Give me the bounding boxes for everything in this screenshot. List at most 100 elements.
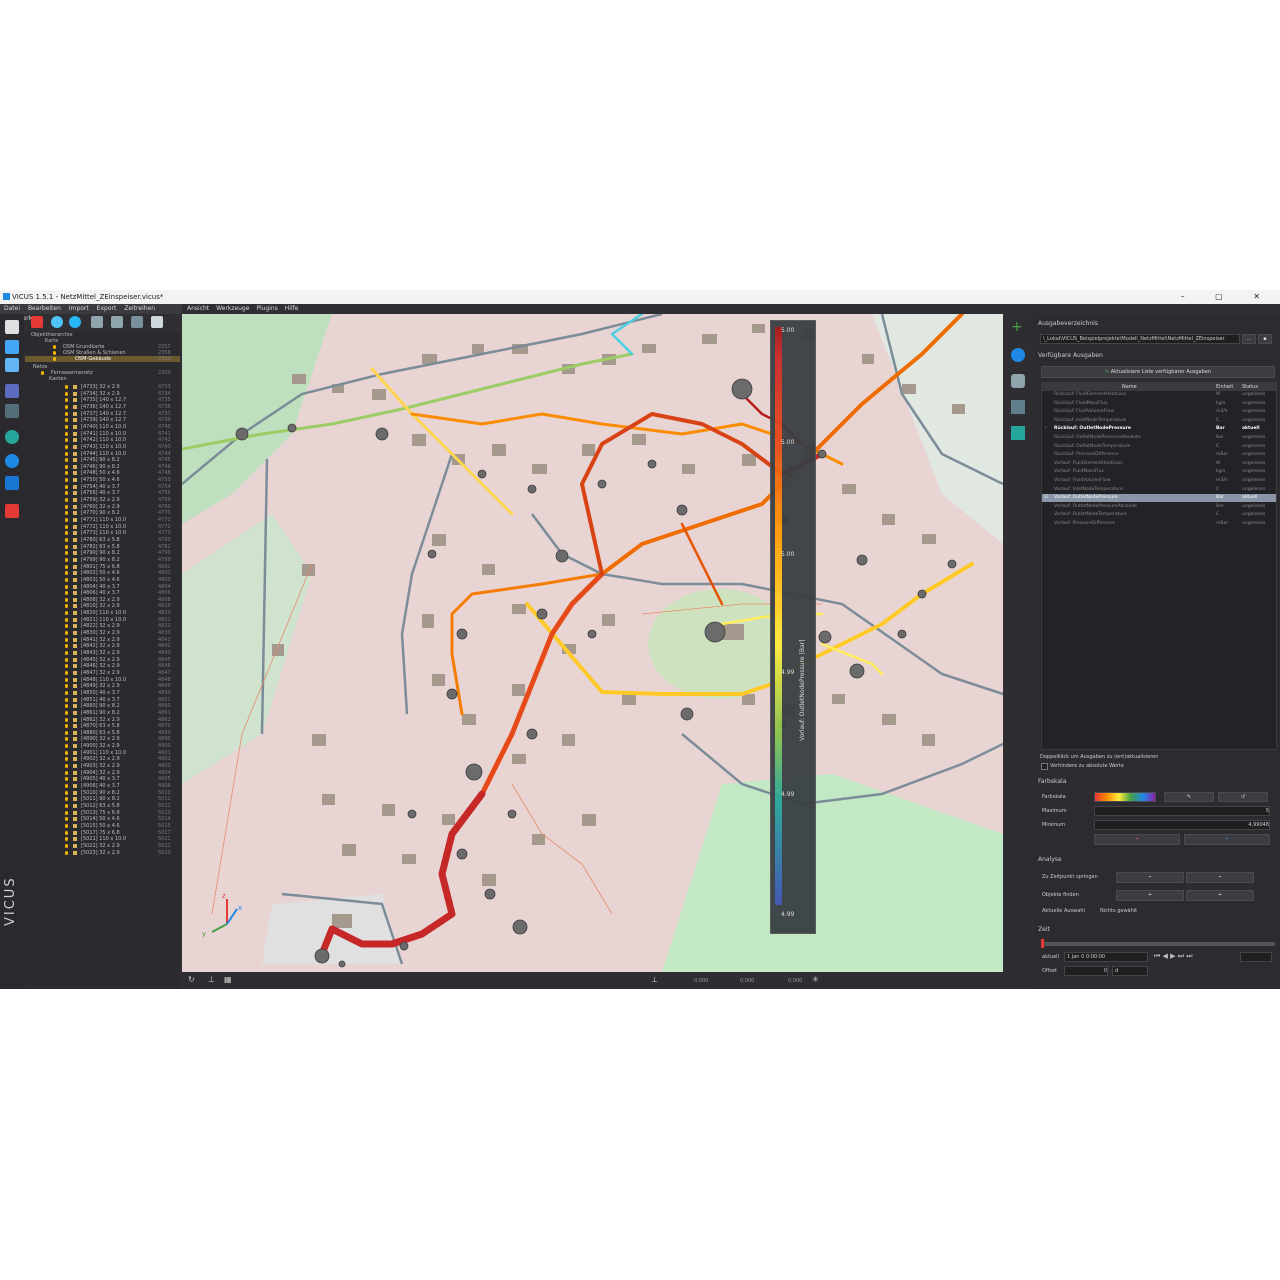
visibility-bulb-icon[interactable] bbox=[65, 524, 68, 529]
tree-edge-item[interactable]: [4760] 32 x 2.9 4760 bbox=[25, 504, 180, 510]
visibility-bulb-icon[interactable] bbox=[65, 637, 68, 642]
pointer-icon[interactable] bbox=[151, 316, 163, 328]
visibility-bulb-icon[interactable] bbox=[65, 491, 68, 496]
find-max-button[interactable]: ⌖ bbox=[1186, 890, 1254, 901]
visibility-bulb-icon[interactable] bbox=[65, 644, 68, 649]
tree-group[interactable]: Kanten bbox=[25, 376, 180, 382]
open-folder-icon[interactable] bbox=[5, 340, 19, 354]
tree-edge-item[interactable]: [4842] 32 x 2.9 4842 bbox=[25, 643, 180, 649]
visibility-bulb-icon[interactable] bbox=[65, 471, 68, 476]
visibility-bulb-icon[interactable] bbox=[65, 684, 68, 689]
speed-field[interactable] bbox=[1240, 952, 1272, 962]
undo-icon[interactable] bbox=[5, 384, 19, 398]
playback-controls[interactable]: ⏮ ◀ ▶ ⏭ ⏭ bbox=[1154, 952, 1193, 961]
browse-button[interactable]: ... bbox=[1242, 334, 1256, 344]
time-slider-handle[interactable] bbox=[1041, 939, 1044, 948]
tree-edge-item[interactable]: [4803] 50 x 4.6 4803 bbox=[25, 577, 180, 583]
visibility-bulb-icon[interactable] bbox=[65, 611, 68, 616]
visibility-bulb-icon[interactable] bbox=[65, 431, 68, 436]
output-row[interactable]: Rücklauf: OutletNodeTemperature Cungelese… bbox=[1042, 443, 1276, 451]
visibility-bulb-icon[interactable] bbox=[65, 777, 68, 782]
tree-edge-item[interactable]: [4845] 32 x 2.9 4845 bbox=[25, 657, 180, 663]
menu-datei[interactable]: Datei bbox=[4, 305, 20, 312]
tree-edge-item[interactable]: [5017] 75 x 6.8 5017 bbox=[25, 830, 180, 836]
jump-min-button[interactable]: ⌁ bbox=[1116, 872, 1184, 883]
tree-edge-item[interactable]: [4847] 32 x 2.9 4847 bbox=[25, 670, 180, 676]
output-row[interactable]: Vorlauf: InletNodeTemperature Cungelesen bbox=[1042, 486, 1276, 494]
visibility-bulb-icon[interactable] bbox=[65, 531, 68, 536]
tree-edge-item[interactable]: [4772] 110 x 10.0 4772 bbox=[25, 524, 180, 530]
visibility-bulb-icon[interactable] bbox=[65, 664, 68, 669]
tree-edge-item[interactable]: [4804] 40 x 3.7 4804 bbox=[25, 584, 180, 590]
tree-edge-item[interactable]: [4902] 32 x 2.9 4902 bbox=[25, 756, 180, 762]
absolute-values-checkbox[interactable] bbox=[1041, 763, 1048, 770]
measure-icon[interactable]: ⊥ bbox=[208, 975, 215, 984]
visibility-bulb-icon[interactable] bbox=[65, 557, 68, 562]
grid-icon[interactable] bbox=[131, 316, 143, 328]
auto-range-all-button[interactable]: ⌁ bbox=[1184, 834, 1270, 845]
tree-edge-item[interactable]: [4745] 90 x 8.2 4745 bbox=[25, 457, 180, 463]
output-row[interactable]: Vorlauf: FluidMassFlux kg/s ungelesen bbox=[1042, 468, 1276, 476]
visibility-bulb-icon[interactable] bbox=[65, 458, 68, 463]
tree-edge-item[interactable]: [4861] 90 x 8.2 4861 bbox=[25, 710, 180, 716]
tree-edge-item[interactable]: [4846] 32 x 2.9 4846 bbox=[25, 663, 180, 669]
visibility-bulb-icon[interactable] bbox=[65, 770, 68, 775]
visibility-bulb-icon[interactable] bbox=[65, 651, 68, 655]
visibility-bulb-icon[interactable] bbox=[65, 571, 68, 576]
visibility-bulb-icon[interactable] bbox=[65, 670, 68, 675]
selected-checkbox-icon[interactable]: ☑ bbox=[1044, 494, 1048, 502]
tree-edge-item[interactable]: [4890] 32 x 2.9 4890 bbox=[25, 736, 180, 742]
tree-edge-item[interactable]: [4748] 50 x 4.6 4748 bbox=[25, 470, 180, 476]
list-icon[interactable] bbox=[91, 316, 103, 328]
visibility-bulb-icon[interactable] bbox=[65, 537, 68, 542]
palette-reset-button[interactable]: ↺ bbox=[1218, 792, 1268, 802]
visibility-bulb-icon[interactable] bbox=[65, 544, 68, 549]
visibility-bulb-icon[interactable] bbox=[65, 404, 68, 409]
output-row[interactable]: Vorlauf: OutletNodePressureAbsolute Bar un… bbox=[1042, 503, 1276, 511]
tree-edge-item[interactable]: [4903] 32 x 2.9 4903 bbox=[25, 763, 180, 769]
rotate-icon[interactable]: ↻ bbox=[188, 975, 195, 984]
visibility-bulb-icon[interactable] bbox=[65, 790, 68, 795]
list-alt-icon[interactable] bbox=[111, 316, 123, 328]
tree-edge-item[interactable]: [4808] 32 x 2.9 4808 bbox=[25, 597, 180, 603]
col-status[interactable]: Status bbox=[1242, 383, 1258, 391]
tree-edge-item[interactable]: [4862] 32 x 2.9 4862 bbox=[25, 717, 180, 723]
palette-edit-button[interactable]: ✎ bbox=[1164, 792, 1214, 802]
tree-edge-item[interactable]: [4820] 110 x 10.0 4820 bbox=[25, 610, 180, 616]
3d-viewport[interactable]: z y x bbox=[182, 314, 1003, 972]
tree-edge-item[interactable]: [4742] 110 x 10.0 4742 bbox=[25, 437, 180, 443]
menu-hilfe[interactable]: Hilfe bbox=[285, 305, 299, 312]
tree-group-selected[interactable]: OSM-Gebäude 2359 bbox=[25, 356, 180, 362]
offset-unit-select[interactable]: d bbox=[1112, 966, 1148, 976]
redo-icon[interactable] bbox=[5, 404, 19, 418]
tree-edge-item[interactable]: [4906] 40 x 3.7 4906 bbox=[25, 783, 180, 789]
tree-edge-item[interactable]: [4733] 32 x 2.9 4733 bbox=[25, 384, 180, 390]
tree-edge-item[interactable]: [4806] 40 x 3.7 4806 bbox=[25, 590, 180, 596]
tree-edge-item[interactable]: [4780] 63 x 5.8 4780 bbox=[25, 537, 180, 543]
visibility-bulb-icon[interactable] bbox=[65, 597, 68, 602]
output-row[interactable]: Rücklauf: PressureDifference mBar ungelese… bbox=[1042, 451, 1276, 459]
visibility-bulb-icon[interactable] bbox=[65, 504, 68, 509]
tree-edge-item[interactable]: [5022] 32 x 2.9 5022 bbox=[25, 843, 180, 849]
visibility-bulb-icon[interactable] bbox=[65, 764, 68, 769]
visibility-bulb-icon[interactable] bbox=[65, 518, 68, 522]
visibility-bulb-icon[interactable] bbox=[65, 391, 68, 396]
clear-button[interactable]: ▪ bbox=[1258, 334, 1272, 344]
tree-edge-item[interactable]: [4735] 140 x 12.7 4735 bbox=[25, 397, 180, 403]
menu-plugins[interactable]: Plugins bbox=[256, 305, 278, 312]
visibility-bulb-icon[interactable] bbox=[65, 511, 68, 516]
play-icon[interactable] bbox=[5, 454, 19, 468]
max-field[interactable]: 5 bbox=[1094, 806, 1270, 816]
tree-edge-item[interactable]: [4734] 32 x 2.9 4734 bbox=[25, 391, 180, 397]
menu-export[interactable]: Export bbox=[97, 305, 117, 312]
tree-edge-item[interactable]: [4743] 110 x 10.0 4743 bbox=[25, 444, 180, 450]
visibility-bulb-icon[interactable] bbox=[65, 677, 68, 682]
visibility-bulb-icon[interactable] bbox=[65, 817, 68, 822]
snap-icon[interactable]: ⟂ bbox=[652, 975, 657, 985]
output-row[interactable]: Rücklauf: FluidVolumeFlow m3/h ungelesen bbox=[1042, 408, 1276, 416]
new-file-icon[interactable] bbox=[5, 320, 19, 334]
visibility-bulb-icon[interactable] bbox=[65, 810, 68, 815]
output-dir-field[interactable]: \_Lokal\VICUS_Beispielprojekte\Modell_Ne… bbox=[1040, 334, 1240, 344]
output-row[interactable]: ✓ Rücklauf: OutletNodePressure Bar aktuell bbox=[1042, 425, 1276, 433]
visibility-bulb-icon[interactable] bbox=[65, 411, 68, 416]
